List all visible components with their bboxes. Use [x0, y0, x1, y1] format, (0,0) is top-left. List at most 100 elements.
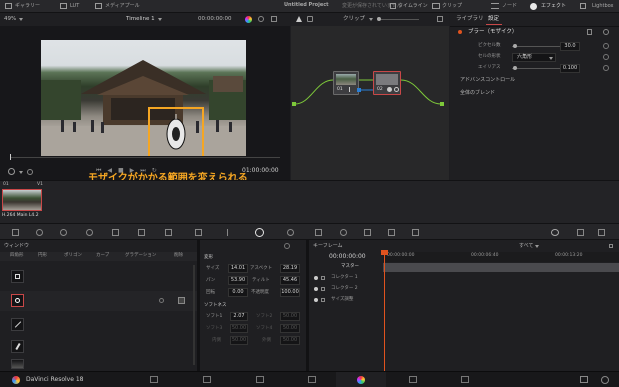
sizing-icon[interactable]	[388, 229, 395, 236]
window-row-circle[interactable]	[0, 291, 197, 311]
gradient-shape-icon[interactable]	[11, 359, 24, 369]
chevron-down-icon[interactable]	[158, 18, 162, 21]
3d-icon[interactable]	[412, 229, 419, 236]
lock-icon[interactable]	[321, 287, 325, 291]
scrubber-track[interactable]	[10, 157, 280, 158]
add-curve-button[interactable]: カーブ	[96, 253, 109, 259]
more-options-icon[interactable]	[437, 16, 443, 22]
inside-field[interactable]: 50.00	[230, 336, 248, 345]
hand-icon[interactable]	[307, 16, 313, 22]
reset-icon[interactable]	[284, 243, 290, 249]
chevron-down-icon[interactable]	[369, 18, 373, 21]
trash-icon[interactable]	[587, 29, 592, 35]
blur-icon[interactable]	[340, 229, 347, 236]
keyframe-playhead-handle[interactable]	[381, 250, 388, 255]
playback-icon[interactable]	[27, 169, 33, 175]
settings-icon[interactable]	[601, 376, 609, 384]
tab-settings[interactable]: 設定	[488, 16, 499, 23]
timeline-tab[interactable]: タイムライン	[398, 4, 428, 9]
clip-thumbnail[interactable]	[2, 189, 42, 211]
nodes-button[interactable]: ノード	[502, 4, 517, 9]
add-quad-button[interactable]: 四角形	[10, 253, 24, 259]
fairlight-page-icon[interactable]	[409, 376, 417, 383]
effects-button[interactable]: エフェクト	[541, 4, 566, 9]
rotate-field[interactable]: 0.00	[228, 288, 248, 297]
clips-icon[interactable]	[432, 3, 440, 9]
node-mode-selector[interactable]: クリップ	[343, 16, 365, 23]
playhead-marker[interactable]	[10, 154, 11, 160]
keyframe-dot-icon[interactable]	[314, 298, 318, 302]
magic-mask-icon[interactable]	[315, 229, 322, 236]
soft4-field[interactable]: 50.00	[280, 324, 300, 333]
invert-icon[interactable]	[159, 298, 164, 303]
track-master[interactable]: マスター	[309, 262, 619, 273]
track-resize[interactable]: サイズ調整	[309, 295, 619, 306]
chevron-down-icon[interactable]	[549, 57, 553, 60]
deliver-page-icon[interactable]	[461, 376, 469, 383]
aspect-field[interactable]: 28.19	[280, 264, 300, 273]
outside-field[interactable]: 50.00	[280, 336, 300, 345]
effects-icon[interactable]	[530, 3, 537, 10]
curves-icon[interactable]	[165, 229, 172, 236]
keyframe-filter[interactable]: すべて	[519, 244, 533, 249]
soft3-field[interactable]: 50.00	[230, 324, 248, 333]
soft2-field[interactable]: 50.00	[280, 312, 300, 321]
quad-shape-icon[interactable]	[11, 270, 24, 283]
tab-library[interactable]: ライブラリ	[456, 16, 484, 23]
lock-icon[interactable]	[321, 298, 325, 302]
waveform-icon[interactable]	[598, 229, 605, 236]
color-wheel-icon[interactable]	[245, 16, 252, 23]
home-icon[interactable]	[580, 376, 588, 383]
camera-raw-icon[interactable]	[12, 229, 19, 236]
qualifier-icon[interactable]	[227, 229, 234, 236]
timeline-selector[interactable]: Timeline 1	[126, 16, 155, 23]
window-list-scrollbar[interactable]	[193, 265, 195, 365]
primaries-icon[interactable]	[60, 229, 67, 236]
edit-page-icon[interactable]	[256, 376, 264, 383]
fx-enabled-indicator[interactable]	[458, 30, 462, 34]
color-warper-icon[interactable]	[195, 229, 202, 236]
more-options-icon[interactable]	[609, 244, 613, 248]
dropdown-icon[interactable]	[19, 171, 23, 174]
cut-page-icon[interactable]	[203, 376, 211, 383]
add-circle-button[interactable]: 円形	[38, 253, 47, 259]
param-slider-track[interactable]	[512, 46, 560, 47]
nodes-icon[interactable]	[491, 3, 499, 9]
node-zoom-handle[interactable]	[377, 17, 381, 21]
color-match-icon[interactable]	[36, 229, 43, 236]
gallery-button[interactable]: ギャラリー	[15, 4, 40, 9]
tilt-field[interactable]: 45.46	[280, 276, 300, 285]
window-row-quad[interactable]	[0, 267, 197, 287]
info-icon[interactable]	[577, 229, 584, 236]
node-01-key-port[interactable]	[357, 88, 361, 92]
highlight-icon[interactable]	[271, 16, 277, 22]
node-zoom-slider[interactable]	[379, 19, 419, 20]
lut-button[interactable]: LUT	[70, 4, 79, 9]
global-blend-toggle[interactable]: 全体のブレンド	[460, 91, 495, 96]
timeline-icon[interactable]	[390, 3, 396, 9]
size-field[interactable]: 14.01	[228, 264, 248, 273]
rgb-mixer-icon[interactable]	[112, 229, 119, 236]
circle-shape-icon[interactable]	[11, 294, 24, 307]
linear-shape-icon[interactable]	[11, 318, 24, 331]
settings-icon[interactable]	[258, 16, 264, 22]
clips-button[interactable]: クリップ	[442, 4, 462, 9]
param-slider-track[interactable]	[512, 68, 560, 69]
pan-field[interactable]: 53.90	[228, 276, 248, 285]
reset-icon[interactable]	[603, 43, 609, 49]
media-pool-button[interactable]: メディアプール	[105, 4, 140, 9]
window-row-linear[interactable]	[0, 315, 197, 335]
keyframe-dot-icon[interactable]	[314, 276, 318, 280]
master-track-bar[interactable]	[383, 263, 619, 272]
window-icon[interactable]	[255, 228, 264, 237]
soft1-field[interactable]: 2.07	[230, 312, 248, 321]
track-corrector-1[interactable]: コレクター 1	[309, 273, 619, 284]
add-gradient-button[interactable]: グラデーション	[125, 253, 156, 259]
param-slider-handle[interactable]	[513, 66, 517, 70]
node-graph[interactable]: 01 02	[291, 26, 449, 180]
lock-icon[interactable]	[321, 276, 325, 280]
node-01[interactable]: 01	[333, 71, 359, 95]
track-corrector-2[interactable]: コレクター 2	[309, 284, 619, 295]
media-page-icon[interactable]	[150, 376, 158, 383]
reset-icon[interactable]	[603, 65, 609, 71]
